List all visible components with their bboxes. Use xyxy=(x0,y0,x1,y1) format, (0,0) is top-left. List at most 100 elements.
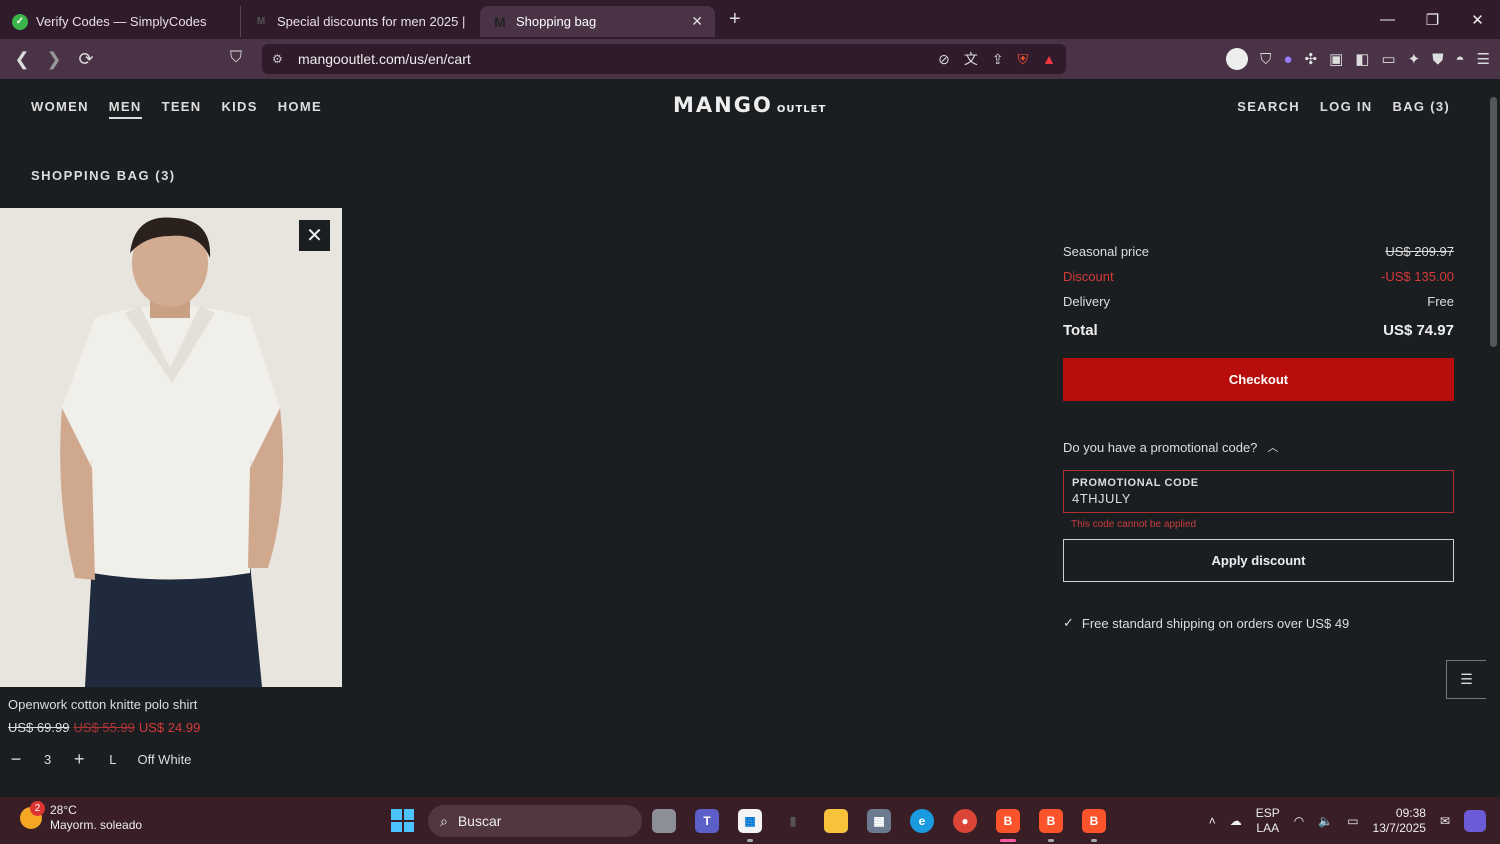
promo-code-field[interactable]: PROMOTIONAL CODE 4THJULY xyxy=(1063,470,1454,513)
scrollbar-thumb[interactable] xyxy=(1490,97,1497,347)
file-explorer-icon[interactable] xyxy=(824,808,848,833)
browser-toolbar: ❮ ❯ ⟳ ⛉ ⚙ mangooutlet.com/us/en/cart ⊘ 文… xyxy=(0,39,1500,79)
lang-top: ESP xyxy=(1255,805,1280,820)
windows-start-icon[interactable] xyxy=(391,809,414,832)
mango-icon: M xyxy=(494,13,506,30)
tab-label: Special discounts for men 2025 | MAN xyxy=(277,14,468,29)
brave-news-icon[interactable]: ◓ xyxy=(1455,51,1464,68)
menu-icon[interactable]: ☰ xyxy=(1477,50,1490,68)
cloud-off-icon[interactable]: ☁ xyxy=(1230,814,1242,828)
browser-tab-bar: ✓ Verify Codes — SimplyCodes M Special d… xyxy=(0,0,1500,39)
sidebar-icon[interactable]: ◧ xyxy=(1355,50,1369,68)
simplycodes-icon: ✓ xyxy=(12,13,28,30)
price-current: US$ 24.99 xyxy=(138,720,201,735)
taskbar: 2 28°C Mayorm. soleado ⌕ Buscar T ▦ ▮ ▦ … xyxy=(0,797,1500,844)
site-info-icon[interactable]: ⚙ xyxy=(272,52,286,66)
decrease-quantity-button[interactable]: − xyxy=(8,749,24,770)
bag-link[interactable]: BAG (3) xyxy=(1393,99,1451,114)
extensions-bar: ⛉ ● ✣ ▣ ◧ ▭ ✦ ⛊ ◓ ☰ xyxy=(1226,39,1490,79)
translate-icon[interactable]: 文 xyxy=(964,49,978,69)
app-icon[interactable]: ▮ xyxy=(781,808,805,833)
page-title: SHOPPING BAG (3) xyxy=(31,168,176,183)
task-view-icon[interactable] xyxy=(652,808,676,833)
brave-beta-icon[interactable]: B xyxy=(1039,808,1063,842)
mango-outlet-logo[interactable]: MANGO OUTLET xyxy=(673,93,826,117)
brave-rewards-icon[interactable]: ▲ xyxy=(1042,51,1056,67)
brave-shield-icon[interactable]: ⛨ xyxy=(1018,51,1029,68)
promo-error-message: This code cannot be applied xyxy=(1071,519,1197,530)
calculator-icon[interactable]: ▦ xyxy=(867,808,891,833)
chevron-up-icon[interactable]: ˄ xyxy=(1209,814,1216,828)
brave-nightly-icon[interactable]: B xyxy=(1082,808,1106,842)
close-window-icon[interactable]: ✕ xyxy=(1455,0,1500,39)
battery-icon[interactable]: ▭ xyxy=(1347,814,1358,828)
profile-icon[interactable] xyxy=(1226,48,1249,70)
back-icon[interactable]: ❮ xyxy=(8,49,36,70)
share-icon[interactable]: ⇪ xyxy=(992,51,1004,68)
tab-mango-men[interactable]: M Special discounts for men 2025 | MAN xyxy=(240,6,480,37)
remove-item-button[interactable]: ✕ xyxy=(299,220,330,251)
tab-label: Verify Codes — SimplyCodes xyxy=(36,14,207,29)
chat-button[interactable]: ☰ xyxy=(1446,660,1486,699)
total-value: US$ 74.97 xyxy=(1383,322,1454,339)
taskbar-apps: T ▦ ▮ ▦ e ● B B B xyxy=(652,797,1106,844)
minimize-icon[interactable]: — xyxy=(1365,0,1410,39)
store-icon[interactable]: ▦ xyxy=(738,808,762,842)
reader-off-icon[interactable]: ⊘ xyxy=(938,51,950,68)
nav-teen[interactable]: TEEN xyxy=(162,99,202,119)
seasonal-price-value: US$ 209.97 xyxy=(1385,244,1454,259)
tab-search-icon[interactable]: ▣ xyxy=(1329,50,1343,68)
clock[interactable]: 09:38 13/7/2025 xyxy=(1373,806,1426,836)
nav-kids[interactable]: KIDS xyxy=(221,99,257,119)
notification-icon[interactable]: ✉ xyxy=(1440,814,1450,828)
volume-muted-icon[interactable]: 🔈 xyxy=(1318,814,1333,828)
size-value[interactable]: L xyxy=(109,752,116,767)
bookmark-icon[interactable]: ⛉ xyxy=(230,49,242,67)
promo-toggle[interactable]: Do you have a promotional code? ︿ xyxy=(1063,439,1454,455)
brave-icon[interactable]: B xyxy=(996,808,1020,842)
search-link[interactable]: SEARCH xyxy=(1237,99,1300,114)
new-tab-button[interactable]: + xyxy=(729,8,741,31)
product-image[interactable]: ✕ xyxy=(0,208,342,687)
chrome-icon[interactable]: ● xyxy=(953,808,977,833)
weather-temp: 28°C xyxy=(50,803,77,817)
teams-icon[interactable]: T xyxy=(695,808,719,833)
product-name[interactable]: Openwork cotton knitte polo shirt xyxy=(8,697,197,712)
logo-sub: OUTLET xyxy=(776,104,827,115)
wallet-icon[interactable]: ▭ xyxy=(1381,50,1395,68)
seasonal-price-row: Seasonal price US$ 209.97 xyxy=(1063,239,1454,264)
tab-shopping-bag[interactable]: M Shopping bag ✕ xyxy=(480,6,715,37)
copilot-icon[interactable] xyxy=(1464,809,1486,832)
language-indicator[interactable]: ESP LAA xyxy=(1256,806,1280,836)
taskbar-search[interactable]: ⌕ Buscar xyxy=(428,805,642,837)
reload-icon[interactable]: ⟳ xyxy=(72,49,100,70)
address-bar[interactable]: ⚙ mangooutlet.com/us/en/cart ⊘ 文 ⇪ ⛨ ▲ xyxy=(262,44,1066,74)
forward-icon[interactable]: ❯ xyxy=(40,49,68,70)
wifi-icon[interactable]: ◠ xyxy=(1294,814,1304,828)
price-original: US$ 69.99 xyxy=(8,720,70,735)
logo-main: MANGO xyxy=(673,93,773,117)
promo-code-value[interactable]: 4THJULY xyxy=(1072,491,1445,506)
increase-quantity-button[interactable]: + xyxy=(71,749,87,770)
nav-women[interactable]: WOMEN xyxy=(31,99,89,119)
color-value[interactable]: Off White xyxy=(137,752,191,767)
close-tab-icon[interactable]: ✕ xyxy=(691,13,703,30)
user-nav: SEARCH LOG IN BAG (3) xyxy=(1237,99,1450,114)
leo-ai-icon[interactable]: ✦ xyxy=(1408,50,1421,68)
maximize-icon[interactable]: ❐ xyxy=(1410,0,1455,39)
mango-icon: M xyxy=(256,16,266,27)
vpn-shield-icon[interactable]: ⛊ xyxy=(1432,51,1443,68)
extensions-puzzle-icon[interactable]: ✣ xyxy=(1305,50,1318,68)
nav-men[interactable]: MEN xyxy=(108,99,142,119)
weather-widget[interactable]: 2 28°C Mayorm. soleado xyxy=(20,801,142,833)
extension-icon[interactable]: ● xyxy=(1283,51,1292,68)
product-photo xyxy=(0,208,342,687)
tab-simplycodes[interactable]: ✓ Verify Codes — SimplyCodes xyxy=(0,6,240,37)
apply-discount-button[interactable]: Apply discount xyxy=(1063,539,1454,582)
vpn-icon[interactable]: ⛉ xyxy=(1260,51,1271,68)
checkout-button[interactable]: Checkout xyxy=(1063,358,1454,401)
page-scrollbar[interactable] xyxy=(1486,79,1500,797)
edge-icon[interactable]: e xyxy=(910,808,934,833)
nav-home[interactable]: HOME xyxy=(278,99,322,119)
login-link[interactable]: LOG IN xyxy=(1320,99,1373,114)
